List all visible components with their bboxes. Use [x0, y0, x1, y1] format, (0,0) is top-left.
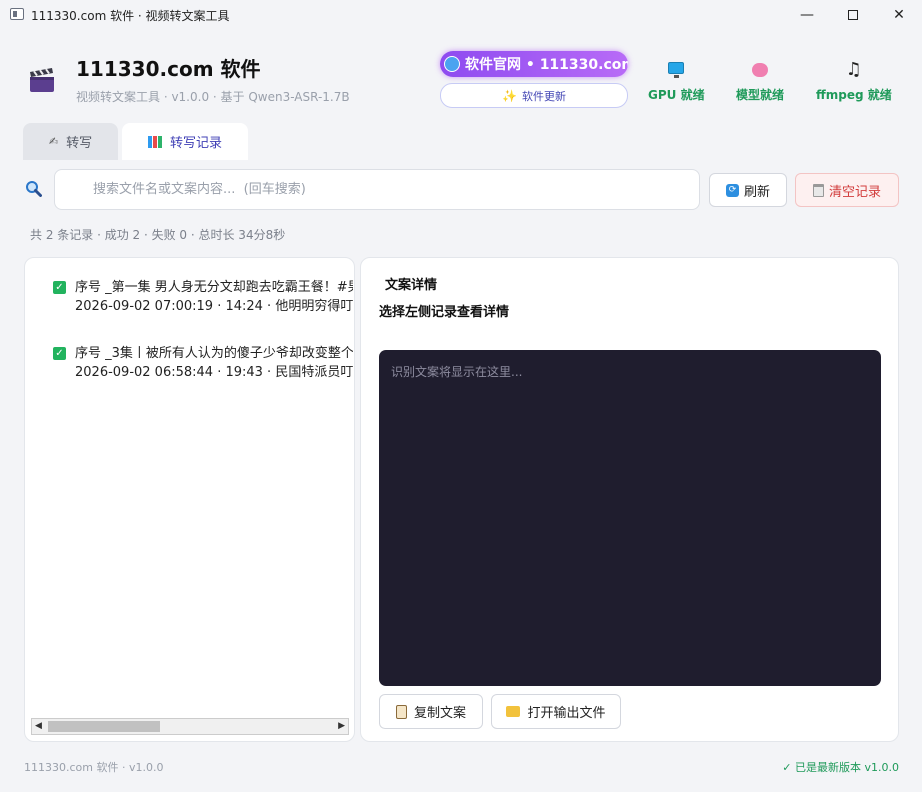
folder-icon — [506, 706, 521, 717]
close-icon: ✕ — [893, 7, 905, 23]
clipboard-icon — [395, 704, 407, 719]
clear-records-label: 清空记录 — [828, 184, 881, 200]
scroll-right-icon[interactable]: ▶ — [338, 721, 345, 731]
record-title: 序号 _第一集 男人身无分文却跑去吃霸王餐！#男 — [75, 280, 353, 295]
search-input[interactable] — [54, 169, 700, 210]
records-summary: 共 2 条记录 · 成功 2 · 失败 0 · 总时长 34分8秒 — [30, 228, 286, 242]
copy-text-button[interactable]: 复制文案 — [379, 694, 483, 729]
transcript-textarea[interactable] — [379, 350, 881, 686]
detail-title: 文案详情 — [385, 278, 438, 293]
model-status-label: 模型就绪 — [736, 88, 785, 102]
tab-transcribe[interactable]: ✍ 转写 — [23, 123, 118, 160]
brain-icon — [752, 63, 768, 77]
clear-records-button[interactable]: 清空记录 — [795, 173, 899, 207]
official-site-label: 软件官网 • 111330.com — [465, 57, 628, 73]
footer-update-status: ✓ 已是最新版本 v1.0.0 — [782, 761, 899, 774]
scrollbar-thumb[interactable] — [48, 721, 160, 732]
refresh-icon: ⟳ — [725, 183, 739, 197]
detail-hint: 选择左侧记录查看详情 — [379, 305, 510, 320]
clapperboard-icon — [30, 68, 54, 92]
app-window-icon — [10, 8, 24, 20]
footer-version: 111330.com 软件 · v1.0.0 — [24, 761, 164, 774]
music-note-icon: ♫ — [845, 59, 862, 80]
official-site-button[interactable]: 软件官网 • 111330.com — [440, 51, 628, 77]
software-update-button[interactable]: ✨ 软件更新 — [440, 83, 628, 108]
app-name: 111330.com 软件 — [76, 57, 261, 81]
search-icon — [26, 181, 42, 197]
record-title: 序号 _3集丨被所有人认为的傻子少爷却改变整个 — [75, 346, 353, 361]
detail-panel: 文案详情 选择左侧记录查看详情 复制文案 打开输出文件 — [360, 257, 899, 742]
copy-text-label: 复制文案 — [413, 706, 466, 721]
window-titlebar: 111330.com 软件 · 视频转文案工具 — ✕ — [0, 0, 922, 30]
check-icon: ✓ — [53, 281, 66, 294]
close-button[interactable]: ✕ — [876, 0, 922, 30]
open-output-button[interactable]: 打开输出文件 — [491, 694, 621, 729]
minimize-button[interactable]: — — [784, 0, 830, 30]
ffmpeg-status-label: ffmpeg 就绪 — [816, 88, 892, 102]
tab-transcribe-label: 转写 — [66, 136, 93, 151]
maximize-icon — [848, 10, 858, 20]
check-icon: ✓ — [53, 347, 66, 360]
app-subtitle: 视频转文案工具 · v1.0.0 · 基于 Qwen3-ASR-1.7B — [76, 90, 350, 104]
list-item[interactable]: ✓ 序号 _3集丨被所有人认为的傻子少爷却改变整个 2026-09-02 06:… — [53, 344, 353, 382]
window-title: 111330.com 软件 · 视频转文案工具 — [31, 9, 230, 23]
gpu-status-label: GPU 就绪 — [648, 88, 705, 102]
refresh-button[interactable]: ⟳ 刷新 — [709, 173, 787, 207]
records-list: ✓ 序号 _第一集 男人身无分文却跑去吃霸王餐！#男 2026-09-02 07… — [24, 257, 355, 742]
writing-hand-icon: ✍ — [48, 135, 59, 148]
minimize-icon: — — [800, 7, 814, 23]
software-update-label: 软件更新 — [521, 89, 566, 103]
tab-history[interactable]: 转写记录 — [122, 123, 248, 160]
globe-icon — [444, 56, 460, 72]
refresh-label: 刷新 — [743, 184, 770, 200]
gpu-status: GPU 就绪 — [648, 60, 705, 103]
open-output-label: 打开输出文件 — [527, 706, 606, 721]
list-item[interactable]: ✓ 序号 _第一集 男人身无分文却跑去吃霸王餐！#男 2026-09-02 07… — [53, 278, 353, 316]
horizontal-scrollbar[interactable]: ◀ ▶ — [31, 718, 349, 735]
model-status: 模型就绪 — [736, 60, 784, 103]
ffmpeg-status: ♫ ffmpeg 就绪 — [816, 60, 892, 103]
books-icon — [147, 135, 162, 148]
sparkle-icon: ✨ — [502, 88, 517, 103]
record-meta: 2026-09-02 07:00:19 · 14:24 · 他明明穷得叮 — [75, 299, 353, 314]
maximize-button[interactable] — [830, 0, 876, 30]
scroll-left-icon[interactable]: ◀ — [35, 721, 42, 731]
trash-icon — [812, 183, 824, 197]
monitor-icon — [668, 62, 685, 78]
record-meta: 2026-09-02 06:58:44 · 19:43 · 民国特派员叮 — [75, 365, 353, 380]
tab-history-label: 转写记录 — [169, 136, 222, 151]
